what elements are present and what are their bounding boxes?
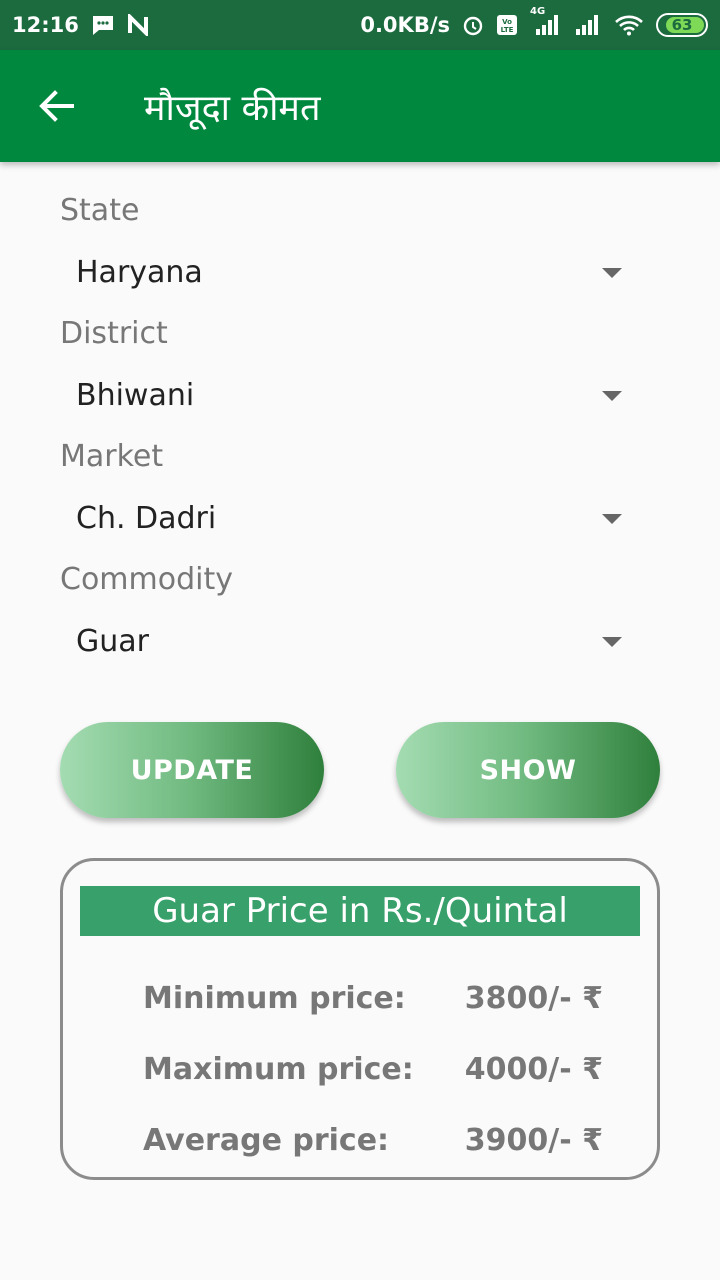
price-card-title: Guar Price in Rs./Quintal [80, 886, 640, 936]
network-type: 4G [530, 6, 546, 17]
commodity-dropdown[interactable]: Guar [60, 601, 660, 682]
district-field: District Bhiwani [60, 313, 660, 436]
minimum-price-value: 3800/- ₹ [464, 981, 603, 1016]
average-price-label: Average price: [143, 1123, 390, 1158]
state-dropdown[interactable]: Haryana [60, 232, 660, 313]
maximum-price-label: Maximum price: [143, 1052, 414, 1087]
district-value: Bhiwani [76, 378, 195, 413]
market-label: Market [60, 439, 164, 474]
minimum-price-label: Minimum price: [143, 981, 406, 1016]
market-value: Ch. Dadri [76, 501, 217, 536]
maximum-price-value: 4000/- ₹ [464, 1052, 603, 1087]
commodity-field: Commodity Guar [60, 559, 660, 682]
signal-icon [574, 14, 602, 36]
average-price-value: 3900/- ₹ [464, 1123, 603, 1158]
page-title: मौजूदा कीमत [144, 87, 321, 129]
dropdown-arrow-icon [602, 513, 622, 524]
price-card: Guar Price in Rs./Quintal Minimum price:… [60, 858, 660, 1180]
status-bar: 12:16 0.0KB/s Vo LTE 4G 63 [0, 0, 720, 50]
selection-form: State Haryana District Bhiwani Market Ch… [60, 190, 660, 682]
signal-4g-icon: 4G [530, 6, 562, 36]
wifi-icon [614, 14, 644, 36]
status-time: 12:16 [12, 13, 79, 37]
volte-icon: Vo LTE [496, 14, 518, 36]
battery-icon: 63 [656, 13, 708, 37]
back-button[interactable] [28, 78, 84, 134]
market-dropdown[interactable]: Ch. Dadri [60, 478, 660, 559]
commodity-label: Commodity [60, 562, 233, 597]
dropdown-arrow-icon [602, 636, 622, 647]
app-bar: मौजूदा कीमत [0, 50, 720, 162]
action-buttons: UPDATE SHOW [60, 722, 660, 818]
state-value: Haryana [76, 255, 203, 290]
show-button[interactable]: SHOW [396, 722, 660, 818]
commodity-value: Guar [76, 624, 149, 659]
svg-text:Vo: Vo [502, 18, 512, 26]
average-price-row: Average price: 3900/- ₹ [143, 1123, 603, 1158]
district-dropdown[interactable]: Bhiwani [60, 355, 660, 436]
state-label: State [60, 193, 140, 228]
alarm-icon [462, 14, 484, 36]
update-button[interactable]: UPDATE [60, 722, 324, 818]
market-field: Market Ch. Dadri [60, 436, 660, 559]
network-speed: 0.0KB/s [360, 13, 450, 37]
arrow-back-icon [39, 90, 74, 122]
svg-text:LTE: LTE [501, 26, 514, 34]
state-field: State Haryana [60, 190, 660, 313]
dropdown-arrow-icon [602, 390, 622, 401]
battery-level: 63 [671, 16, 693, 34]
minimum-price-row: Minimum price: 3800/- ₹ [143, 981, 603, 1016]
maximum-price-row: Maximum price: 4000/- ₹ [143, 1052, 603, 1087]
message-notification-icon [91, 14, 115, 36]
n-app-notification-icon [127, 14, 149, 36]
district-label: District [60, 316, 168, 351]
dropdown-arrow-icon [602, 267, 622, 278]
